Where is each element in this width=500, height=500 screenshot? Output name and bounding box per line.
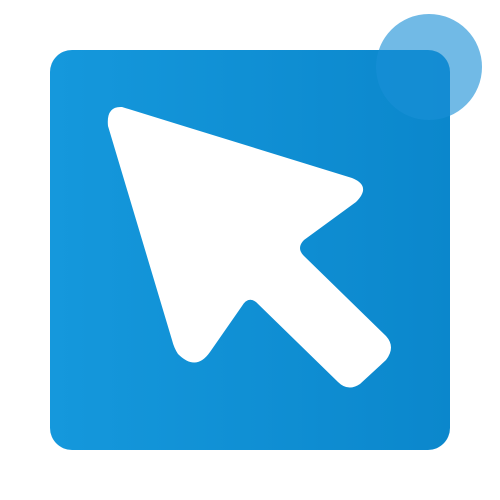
icon-canvas — [0, 0, 500, 500]
notification-dot — [376, 14, 482, 120]
cursor-arrow-shape — [107, 106, 392, 388]
